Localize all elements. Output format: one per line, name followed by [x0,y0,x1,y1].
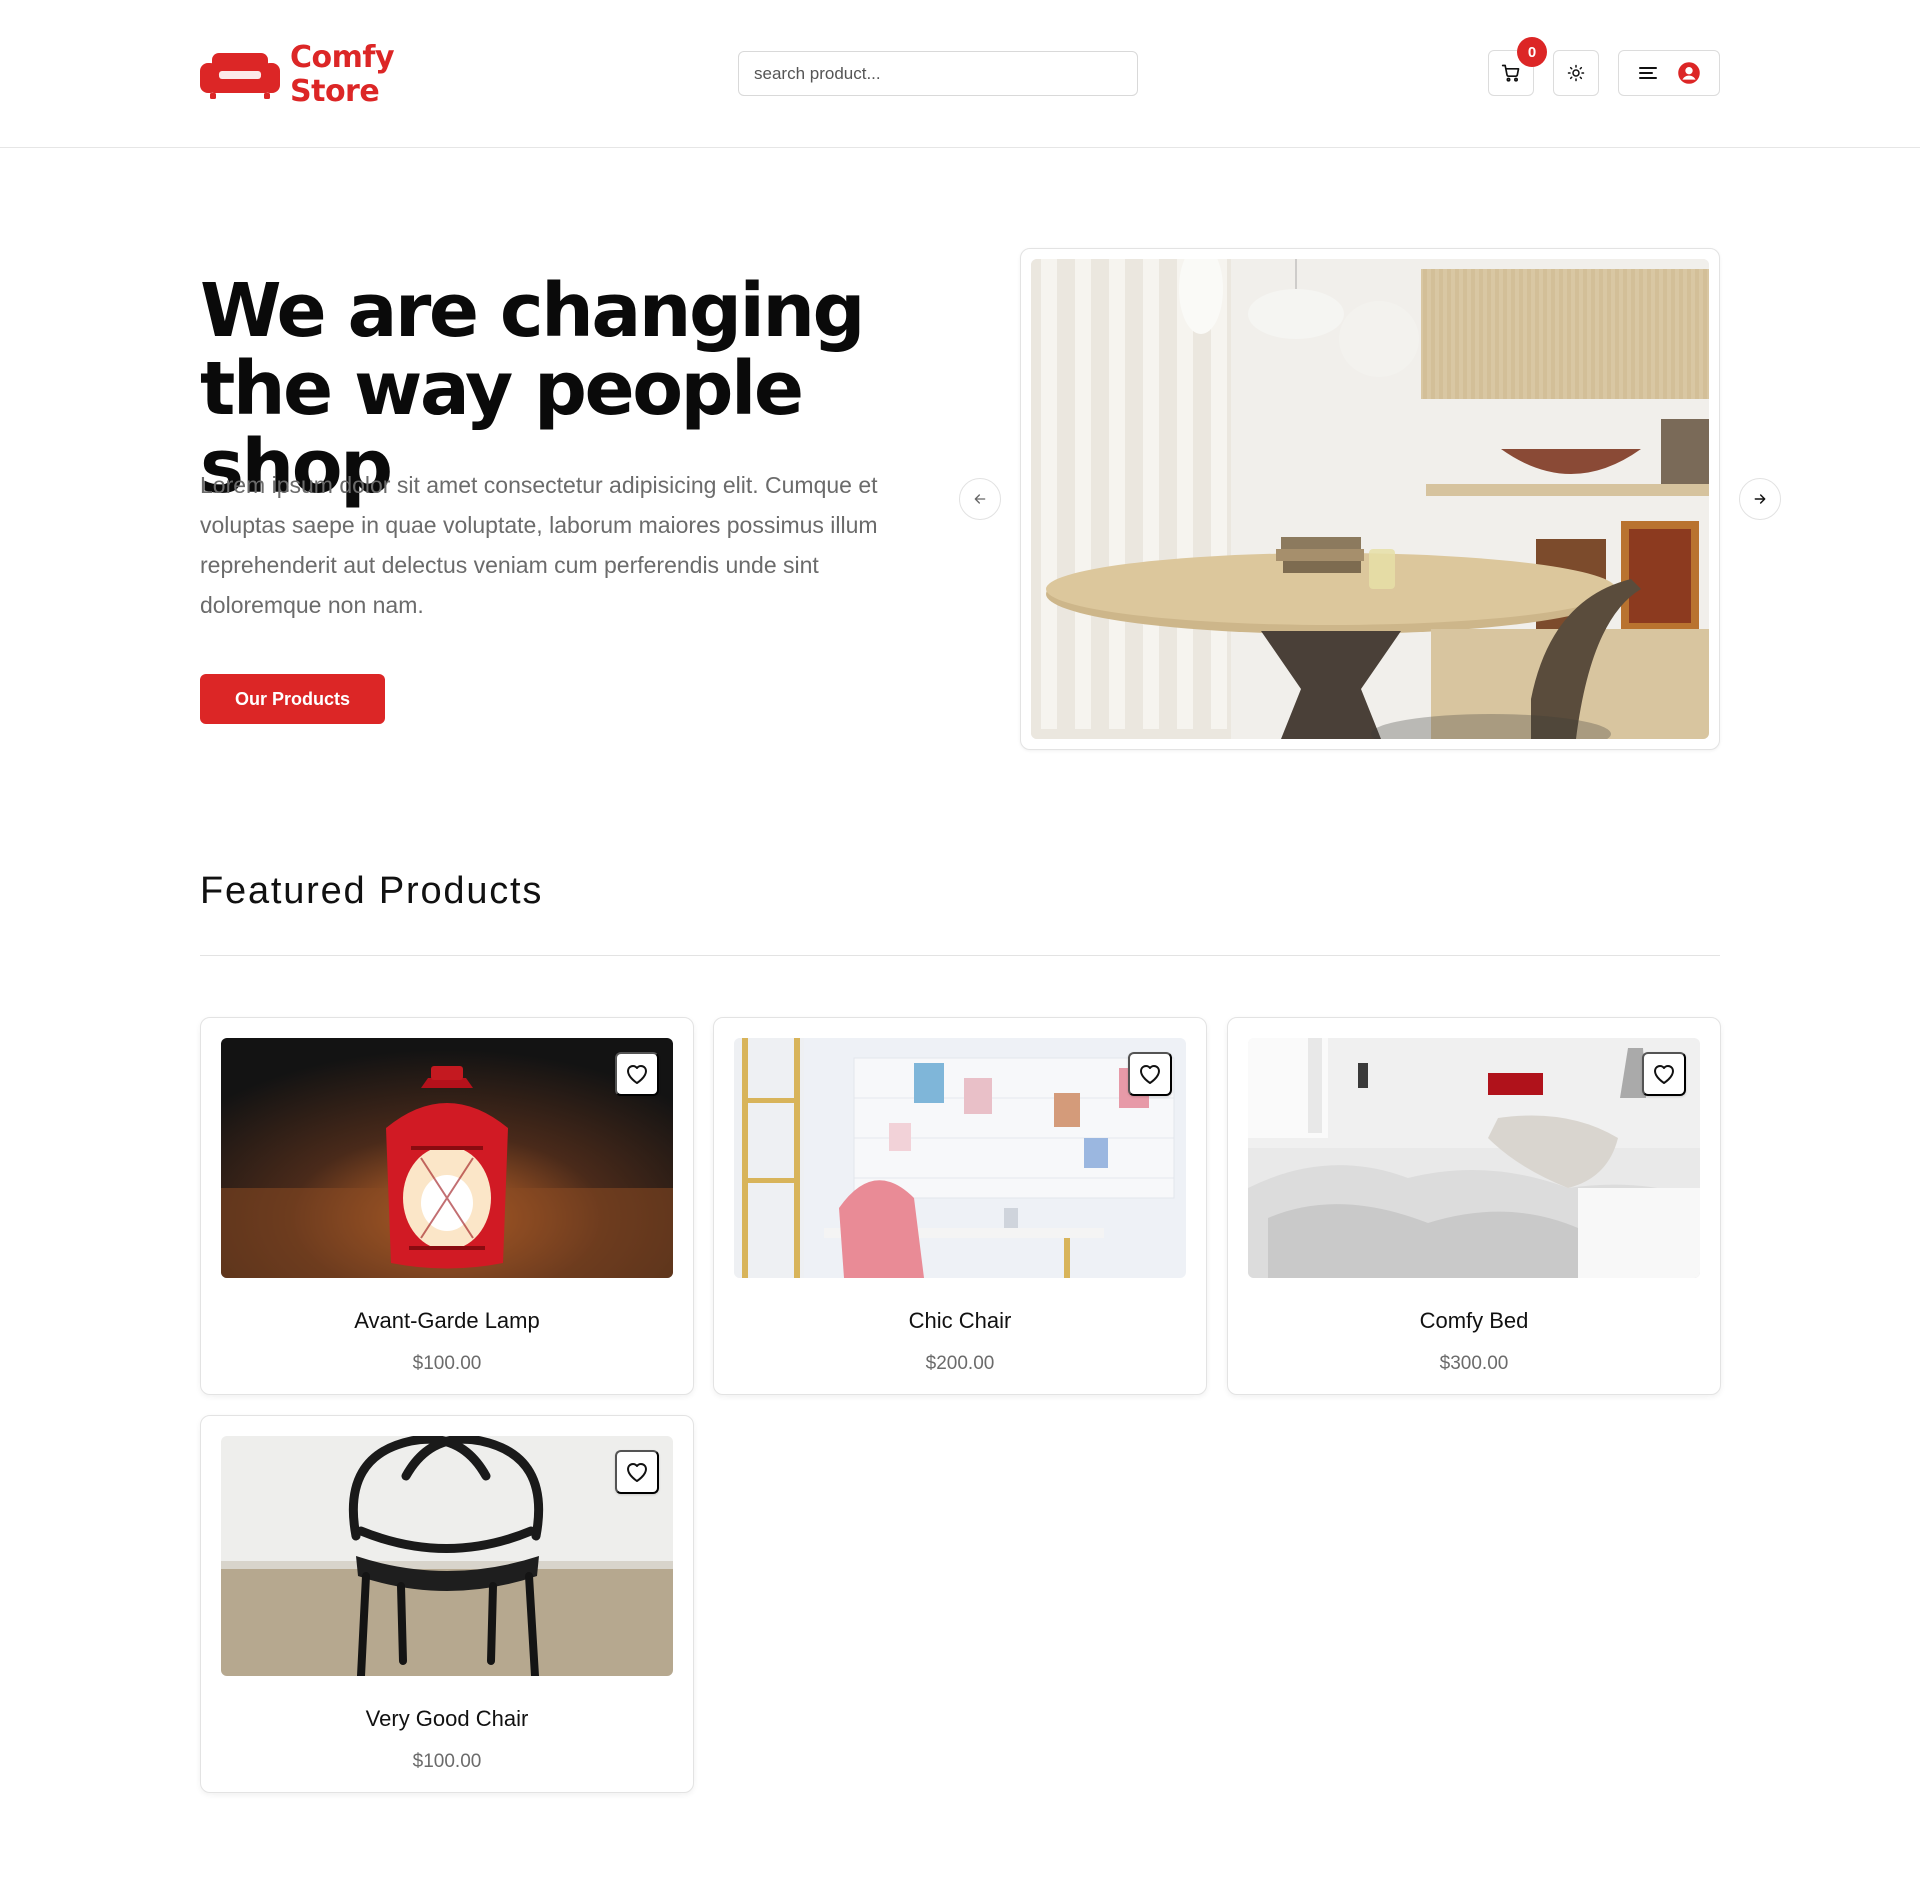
favorite-button[interactable] [1642,1052,1686,1096]
arrow-left-icon [974,494,986,504]
carousel-next-button[interactable] [1739,478,1781,520]
heart-icon [1654,1065,1674,1084]
section-divider [200,955,1720,956]
cart-icon [1501,64,1520,82]
heart-icon [627,1065,647,1084]
sofa-icon [200,53,280,99]
product-name: Chic Chair [908,1308,1012,1333]
heart-icon [1140,1065,1160,1084]
product-image-black-chair [221,1436,673,1676]
arrow-right-icon [1754,494,1766,504]
cart-count-badge: 0 [1517,37,1547,67]
sun-icon [1567,64,1585,82]
theme-toggle-button[interactable] [1553,50,1599,96]
product-card[interactable]: Comfy Bed $300.00 [1227,1017,1721,1395]
site-header: Comfy Store 0 [0,0,1920,148]
brand-logo[interactable]: Comfy Store [200,38,400,112]
featured-products-title: Featured Products [200,870,544,912]
product-card[interactable]: Chic Chair $200.00 [713,1017,1207,1395]
brand-name-line2: Store [290,74,380,109]
product-name: Avant-Garde Lamp [354,1308,540,1333]
product-image-lamp [221,1038,673,1278]
brand-name: Comfy Store [290,40,395,109]
favorite-button[interactable] [615,1450,659,1494]
product-card[interactable]: Very Good Chair $100.00 [200,1415,694,1793]
favorite-button[interactable] [1128,1052,1172,1096]
heart-icon [627,1463,647,1482]
hero-description: Lorem ipsum dolor sit amet consectetur a… [200,472,878,618]
product-price: $200.00 [925,1353,995,1374]
product-image-bed [1248,1038,1700,1278]
our-products-button[interactable]: Our Products [200,674,385,724]
carousel-image-dining-room [1031,259,1709,739]
product-card[interactable]: Avant-Garde Lamp $100.00 [200,1017,694,1395]
product-price: $300.00 [1439,1353,1509,1374]
product-image-chair [734,1038,1186,1278]
product-name: Comfy Bed [1419,1308,1529,1333]
product-price: $100.00 [412,1751,482,1772]
menu-button[interactable] [1618,50,1720,96]
menu-icon [1639,67,1657,79]
hero-carousel[interactable] [1020,248,1720,750]
favorite-button[interactable] [615,1052,659,1096]
product-name: Very Good Chair [365,1706,529,1731]
brand-name-line1: Comfy [290,40,395,75]
product-price: $100.00 [412,1353,482,1374]
carousel-prev-button[interactable] [959,478,1001,520]
user-icon [1678,62,1700,84]
search-input[interactable] [738,51,1138,96]
